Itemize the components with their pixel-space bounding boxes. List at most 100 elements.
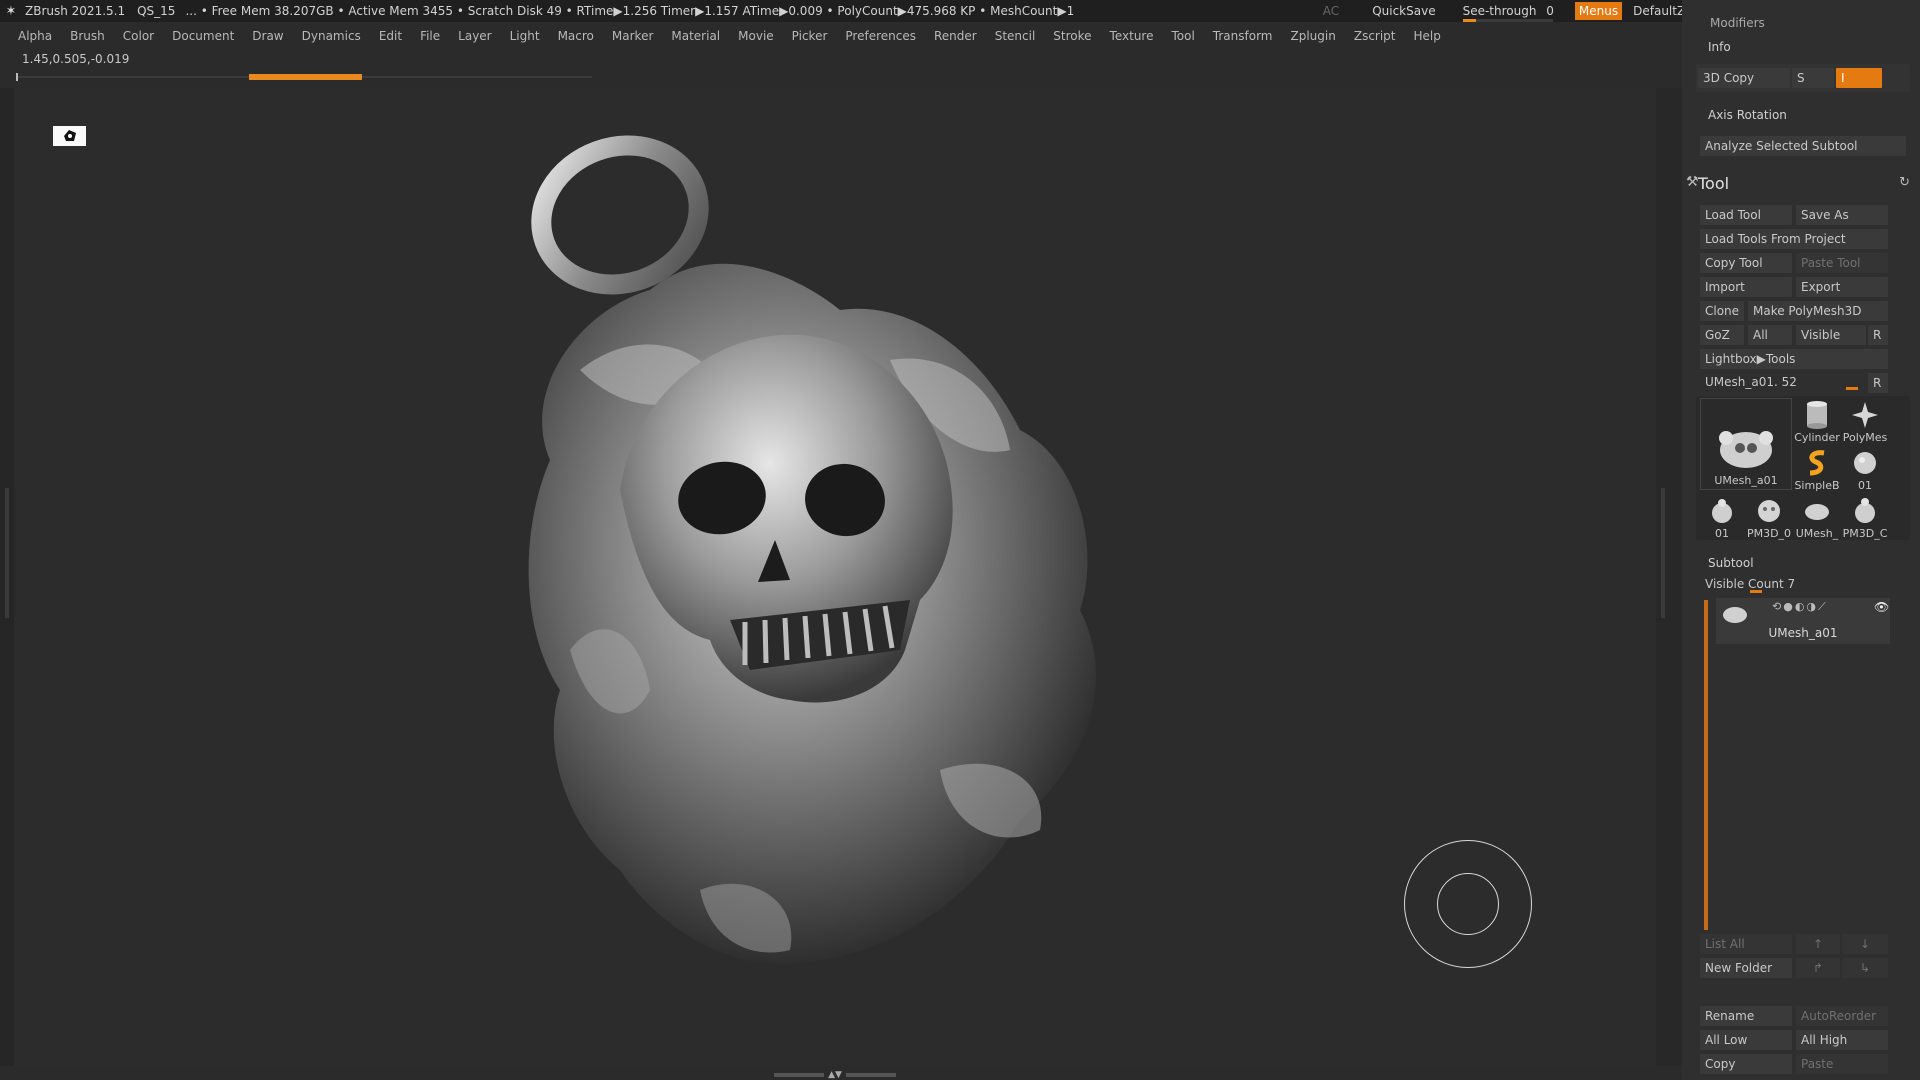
move-up-icon[interactable]: ↑ (1796, 934, 1840, 954)
tool-thumb-umesh[interactable]: UMesh_a01 (1700, 398, 1792, 490)
right-tray-handle[interactable] (1661, 488, 1665, 618)
mesh-icon (1706, 495, 1738, 527)
clone-button[interactable]: Clone (1700, 301, 1744, 321)
copy-tool-button[interactable]: Copy Tool (1700, 253, 1792, 273)
menu-macro[interactable]: Macro (549, 29, 603, 43)
menu-stroke[interactable]: Stroke (1044, 29, 1100, 43)
subtool-title[interactable]: Subtool (1708, 556, 1754, 570)
perspective-camera-icon[interactable] (53, 126, 86, 146)
menu-document[interactable]: Document (163, 29, 243, 43)
menu-render[interactable]: Render (925, 29, 986, 43)
save-as-button[interactable]: Save As (1796, 205, 1888, 225)
visible-count-value: Visible Count 7 (1705, 577, 1796, 591)
menu-brush[interactable]: Brush (61, 29, 114, 43)
folder-down-icon[interactable]: ↳ (1842, 958, 1888, 978)
menu-edit[interactable]: Edit (370, 29, 411, 43)
expand-arrow-icon[interactable]: ▲▼ (828, 1070, 842, 1080)
rename-button[interactable]: Rename (1700, 1006, 1792, 1026)
auto-reorder-button[interactable]: AutoReorder (1796, 1006, 1888, 1026)
skull-pendant-model[interactable] (460, 130, 1260, 1010)
reset-icon[interactable]: ↻ (1899, 175, 1910, 190)
menu-color[interactable]: Color (114, 29, 163, 43)
subtool-name: UMesh_a01 (1768, 626, 1838, 640)
menu-dynamics[interactable]: Dynamics (293, 29, 370, 43)
left-tray-handle[interactable] (5, 488, 9, 618)
tool-thumb-polymesh[interactable]: PolyMes (1842, 398, 1888, 444)
menu-layer[interactable]: Layer (449, 29, 500, 43)
hammer-icon: ⚒ (1686, 174, 1699, 190)
lightbox-tools-button[interactable]: Lightbox▶Tools (1700, 349, 1888, 369)
tool-thumb-pm3d-0[interactable]: PM3D_0 (1746, 494, 1792, 540)
copy-button[interactable]: Copy (1700, 1054, 1792, 1074)
goz-all-button[interactable]: All (1748, 325, 1792, 345)
menu-material[interactable]: Material (662, 29, 729, 43)
tool-r-button[interactable]: R (1868, 373, 1888, 393)
menu-draw[interactable]: Draw (243, 29, 292, 43)
info-label[interactable]: Info (1708, 40, 1731, 54)
move-down-icon[interactable]: ↓ (1842, 934, 1888, 954)
goz-button[interactable]: GoZ (1700, 325, 1744, 345)
subtool-row[interactable]: ⟲●◐◑⟋ 👁 UMesh_a01 (1716, 598, 1890, 644)
right-tray-panel: Modifiers Info 3D Copy S I Axis Rotation… (1682, 0, 1920, 1080)
simple-brush-icon (1801, 447, 1833, 479)
copy-3d-button[interactable]: 3D Copy (1698, 68, 1790, 88)
quicksave-button[interactable]: QuickSave (1372, 4, 1435, 18)
memory-stats: ... • Free Mem 38.207GB • Active Mem 345… (185, 4, 1075, 18)
menu-texture[interactable]: Texture (1101, 29, 1163, 43)
tool-palette-header[interactable]: ⚒ Tool ↻ (1682, 172, 1920, 194)
paste-button[interactable]: Paste (1796, 1054, 1888, 1074)
right-tray-edge[interactable] (1656, 88, 1682, 1066)
sphere-mesh-icon (1849, 447, 1881, 479)
navigation-gizmo-inner[interactable] (1437, 873, 1499, 935)
menu-transform[interactable]: Transform (1204, 29, 1282, 43)
menu-alpha[interactable]: Alpha (0, 29, 61, 43)
left-tray-edge[interactable] (0, 88, 14, 1066)
menu-zscript[interactable]: Zscript (1345, 29, 1405, 43)
paste-tool-button[interactable]: Paste Tool (1796, 253, 1888, 273)
menu-movie[interactable]: Movie (729, 29, 783, 43)
current-tool-slider[interactable]: UMesh_a01. 52 (1700, 372, 1864, 392)
navigation-gizmo[interactable] (1404, 840, 1532, 968)
tool-thumb-01b[interactable]: 01 (1700, 494, 1744, 540)
menus-button[interactable]: Menus (1574, 2, 1623, 20)
eye-icon[interactable]: 👁 (1874, 600, 1889, 614)
list-all-button[interactable]: List All (1700, 934, 1792, 954)
menu-picker[interactable]: Picker (783, 29, 837, 43)
all-low-button[interactable]: All Low (1700, 1030, 1792, 1050)
tool-thumb-umesh-small[interactable]: UMesh_ (1794, 494, 1840, 540)
load-tool-button[interactable]: Load Tool (1700, 205, 1792, 225)
goz-r-button[interactable]: R (1868, 325, 1888, 345)
import-button[interactable]: Import (1700, 277, 1792, 297)
visible-count-slider[interactable]: Visible Count 7 (1700, 574, 1888, 594)
menu-file[interactable]: File (411, 29, 449, 43)
menu-zplugin[interactable]: Zplugin (1282, 29, 1345, 43)
subtool-list-scrollbar[interactable] (1704, 600, 1708, 930)
folder-up-icon[interactable]: ↱ (1796, 958, 1840, 978)
modifiers-label[interactable]: Modifiers (1710, 16, 1765, 30)
see-through-slider[interactable]: See-through 0 (1462, 4, 1554, 22)
menu-stencil[interactable]: Stencil (986, 29, 1045, 43)
cursor-coordinates: 1.45,0.505,-0.019 (22, 52, 130, 66)
make-polymesh3d-button[interactable]: Make PolyMesh3D (1748, 301, 1888, 321)
ac-indicator[interactable]: AC (1323, 4, 1339, 18)
goz-visible-button[interactable]: Visible (1796, 325, 1866, 345)
export-button[interactable]: Export (1796, 277, 1888, 297)
tool-thumb-simplebrush[interactable]: SimpleB (1794, 446, 1840, 492)
all-high-button[interactable]: All High (1796, 1030, 1888, 1050)
analyze-subtool-button[interactable]: Analyze Selected Subtool (1700, 136, 1906, 156)
tool-thumb-01a[interactable]: 01 (1842, 446, 1888, 492)
axis-rotation-label[interactable]: Axis Rotation (1708, 108, 1787, 122)
tool-thumb-pm3d-c[interactable]: PM3D_C (1842, 494, 1888, 540)
menu-help[interactable]: Help (1405, 29, 1450, 43)
tool-thumb-cylinder[interactable]: Cylinder (1794, 398, 1840, 444)
new-folder-button[interactable]: New Folder (1700, 958, 1792, 978)
s-slider[interactable]: S (1792, 68, 1834, 88)
subtool-row-toggle-icons[interactable]: ⟲●◐◑⟋ (1772, 600, 1828, 614)
bottom-tray-toggle[interactable]: ▲▼ (770, 1070, 900, 1080)
menu-marker[interactable]: Marker (603, 29, 662, 43)
menu-tool[interactable]: Tool (1162, 29, 1203, 43)
menu-preferences[interactable]: Preferences (836, 29, 925, 43)
menu-light[interactable]: Light (501, 29, 549, 43)
load-tools-from-project-button[interactable]: Load Tools From Project (1700, 229, 1888, 249)
i-slider[interactable]: I (1836, 68, 1882, 88)
